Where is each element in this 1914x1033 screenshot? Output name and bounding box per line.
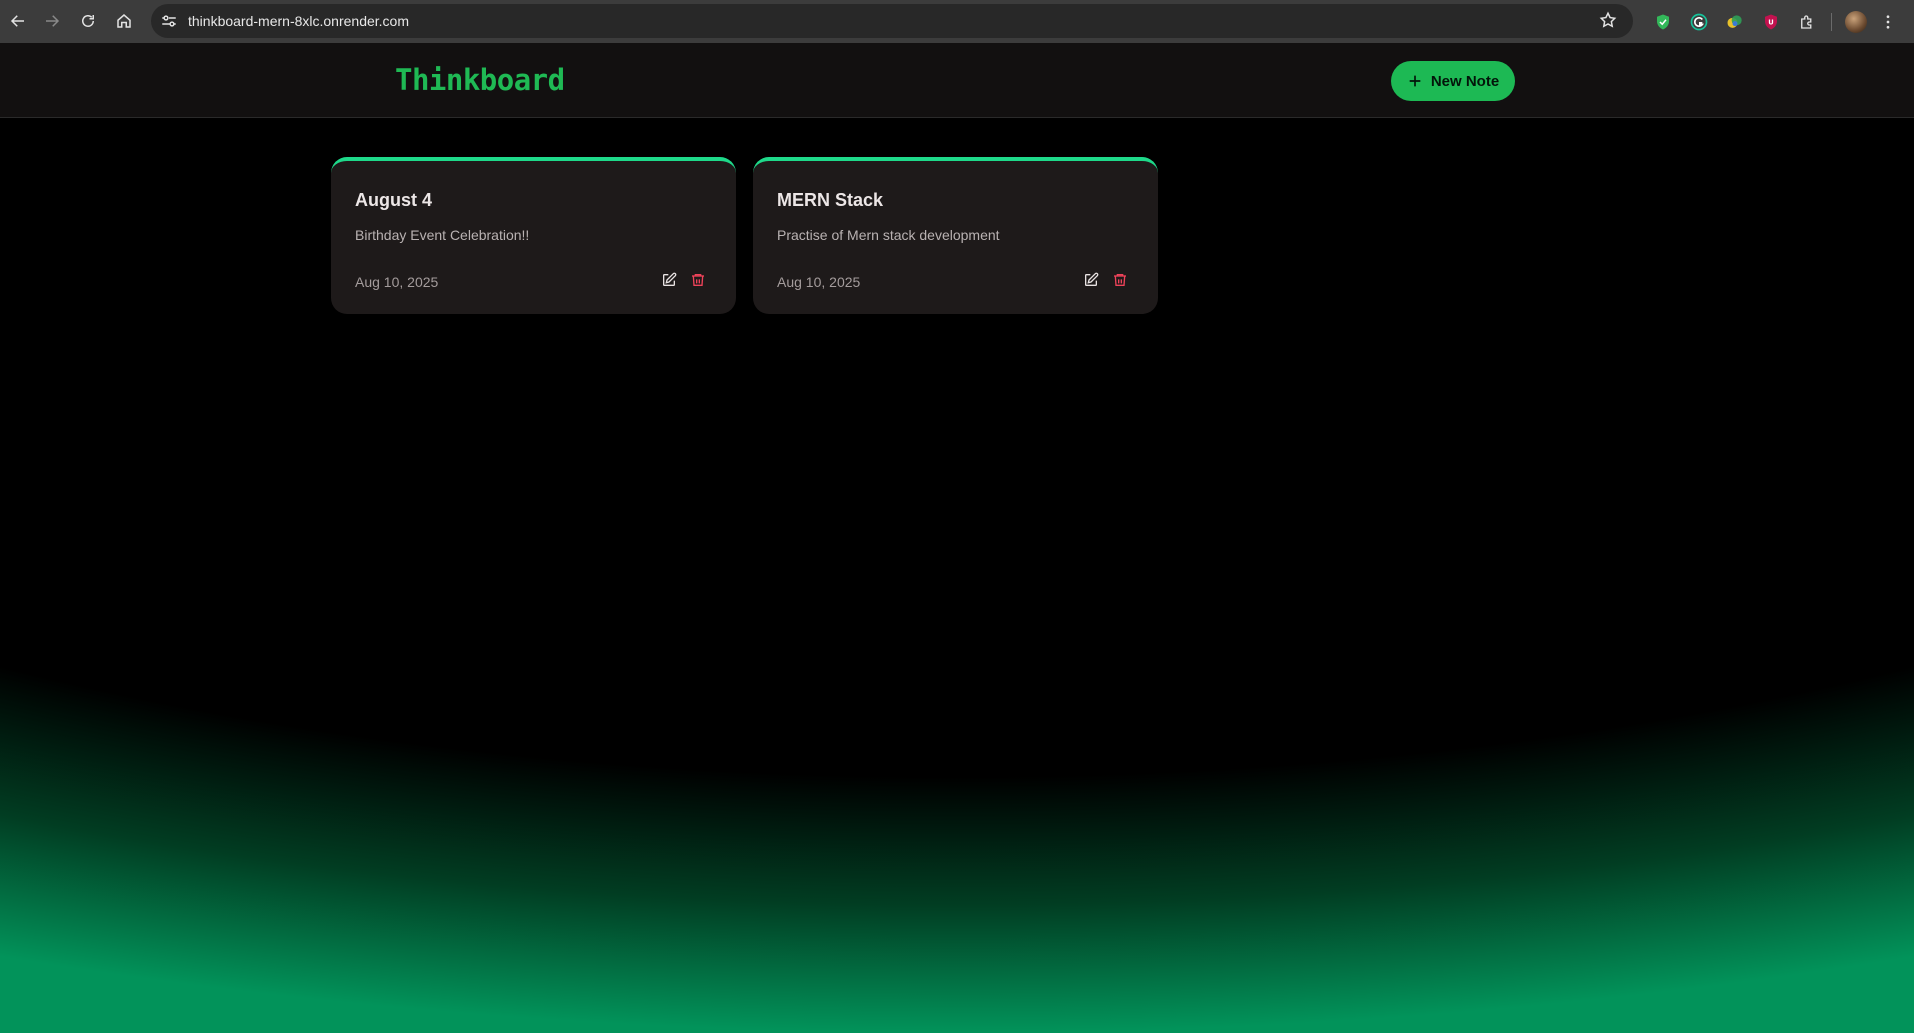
grammarly-icon[interactable] — [1681, 4, 1717, 40]
note-date: Aug 10, 2025 — [777, 274, 861, 290]
trash-icon — [1113, 273, 1126, 286]
shield-check-icon[interactable] — [1645, 4, 1681, 40]
delete-note-button[interactable] — [689, 271, 706, 288]
edit-icon — [1084, 272, 1098, 286]
more-vertical-icon — [1886, 14, 1890, 29]
home-button[interactable] — [106, 3, 142, 39]
site-info-icon[interactable] — [159, 11, 179, 31]
browser-toolbar: thinkboard-mern-8xlc.onrender.com U — [0, 0, 1914, 43]
trash-icon — [691, 273, 704, 286]
note-card[interactable]: MERN Stack Practise of Mern stack develo… — [753, 157, 1158, 314]
edit-note-button[interactable] — [660, 271, 677, 288]
extensions-area: U — [1645, 0, 1902, 43]
profile-avatar[interactable] — [1838, 4, 1874, 40]
reload-icon — [82, 15, 94, 27]
plus-icon — [1409, 75, 1421, 87]
new-note-button[interactable]: New Note — [1391, 61, 1515, 101]
note-title: MERN Stack — [777, 190, 884, 210]
note-date: Aug 10, 2025 — [355, 274, 439, 290]
home-icon — [117, 14, 131, 28]
edit-note-button[interactable] — [1082, 271, 1099, 288]
forward-button[interactable] — [34, 3, 70, 39]
back-button[interactable] — [0, 3, 36, 39]
brand-logo[interactable]: Thinkboard — [395, 63, 565, 97]
svg-text:U: U — [1768, 18, 1773, 26]
ublock-icon[interactable]: U — [1753, 4, 1789, 40]
puzzle-extensions-icon[interactable] — [1789, 4, 1825, 40]
url-text[interactable]: thinkboard-mern-8xlc.onrender.com — [188, 13, 409, 29]
new-note-label: New Note — [1430, 72, 1500, 90]
note-card[interactable]: August 4 Birthday Event Celebration!! Au… — [331, 157, 736, 314]
bookmark-star-icon[interactable] — [1599, 11, 1619, 31]
arrow-left-icon — [10, 15, 24, 27]
edit-icon — [662, 272, 676, 286]
reload-button[interactable] — [70, 3, 106, 39]
note-actions — [1082, 271, 1128, 288]
arrow-right-icon — [46, 15, 60, 27]
delete-note-button[interactable] — [1111, 271, 1128, 288]
app-header: Thinkboard New Note — [0, 43, 1914, 118]
colorful-extension-icon[interactable] — [1717, 4, 1753, 40]
address-bar[interactable]: thinkboard-mern-8xlc.onrender.com — [151, 4, 1633, 38]
toolbar-divider — [1831, 12, 1832, 31]
note-content: Practise of Mern stack development — [777, 227, 1000, 243]
browser-menu-button[interactable] — [1874, 4, 1902, 40]
note-actions — [660, 271, 706, 288]
avatar — [1845, 10, 1867, 33]
note-content: Birthday Event Celebration!! — [355, 227, 530, 243]
note-title: August 4 — [355, 190, 433, 210]
